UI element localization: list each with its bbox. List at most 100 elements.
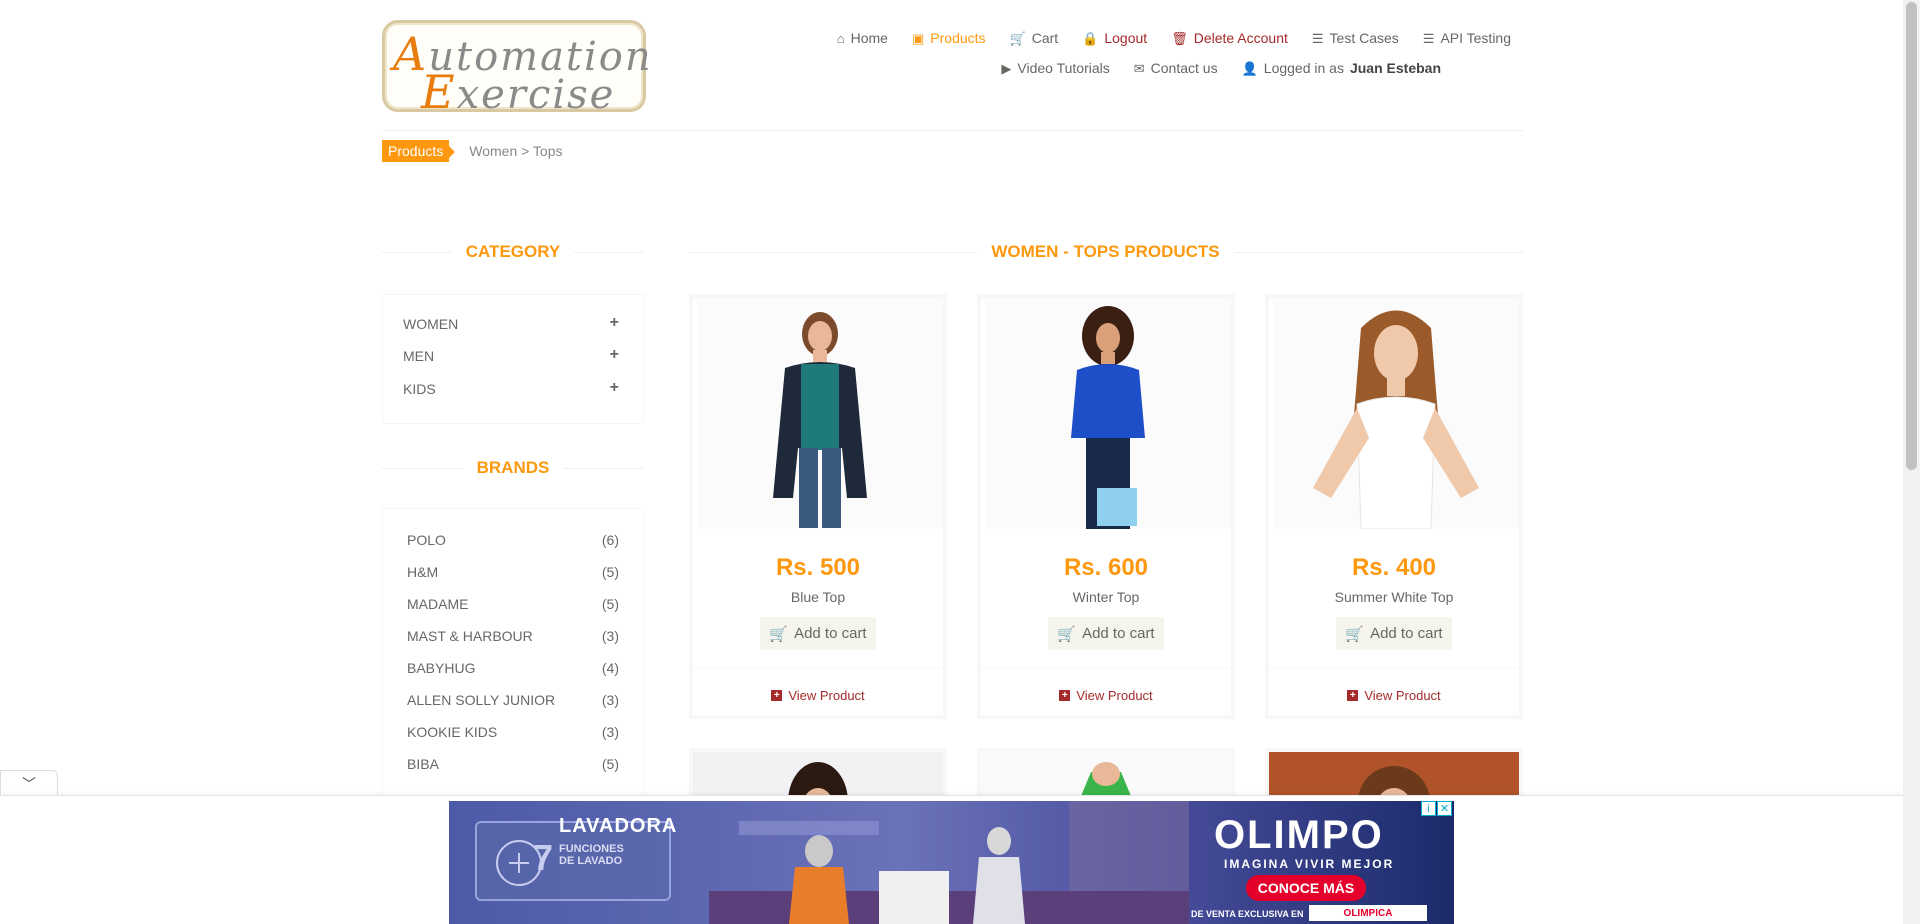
ad-seven: 7 — [533, 837, 554, 878]
brand-item[interactable]: BIBA (5) — [407, 756, 619, 772]
page-scrollbar[interactable] — [1903, 0, 1920, 924]
ad-funciones-2: DE LAVADO — [559, 855, 623, 867]
breadcrumb-tag[interactable]: Products — [382, 140, 456, 162]
plus-square-icon: + — [1059, 690, 1071, 701]
nav-video-tutorials-label: Video Tutorials — [1017, 60, 1110, 76]
add-to-cart-button[interactable]: 🛒 Add to cart — [1048, 617, 1164, 650]
card-divider — [1269, 668, 1519, 669]
chevron-down-icon: ﹀ — [22, 775, 36, 792]
category-kids[interactable]: KIDS + — [403, 380, 619, 398]
brand-item[interactable]: POLO (6) — [407, 532, 619, 548]
nav-api-testing[interactable]: ☰ API Testing — [1411, 28, 1523, 48]
trash-icon: 🗑 — [1171, 30, 1188, 46]
view-product-label: View Product — [788, 688, 865, 703]
nav-delete-account[interactable]: 🗑 Delete Account — [1159, 28, 1300, 48]
product-card: Rs. 500 Blue Top 🛒 Add to cart + View Prod… — [689, 294, 947, 719]
scrollbar-thumb[interactable] — [1906, 2, 1917, 470]
brand-item[interactable]: MADAME (5) — [407, 596, 619, 612]
brand-count: (6) — [601, 532, 619, 548]
youtube-icon: ▶ — [1001, 60, 1012, 76]
plus-square-icon: + — [771, 690, 783, 701]
category-men[interactable]: MEN + — [403, 347, 619, 365]
brand-item[interactable]: KOOKIE KIDS (3) — [407, 724, 619, 740]
nav-delete-account-label: Delete Account — [1193, 30, 1288, 46]
ad-info-icon[interactable]: i — [1421, 801, 1436, 816]
brand-name: BIBA — [407, 756, 439, 772]
model-top — [1356, 396, 1436, 529]
cart-icon: 🛒 — [1009, 30, 1026, 46]
card-divider — [981, 668, 1231, 669]
nav-logout[interactable]: 🔒 Logout — [1070, 28, 1159, 48]
brand-item[interactable]: H&M (5) — [407, 564, 619, 580]
nav-test-cases[interactable]: ☰ Test Cases — [1300, 28, 1411, 48]
nav-home[interactable]: ⌂ Home — [825, 28, 900, 48]
nav-logged-in: 👤 Logged in as Juan Esteban — [1230, 58, 1453, 78]
brand-item[interactable]: MAST & HARBOUR (3) — [407, 628, 619, 644]
brand-name: BABYHUG — [407, 660, 476, 676]
products-icon: ▣ — [911, 30, 925, 46]
add-to-cart-label: Add to cart — [1082, 625, 1155, 642]
product-name: Summer White Top — [1334, 589, 1454, 605]
plus-icon[interactable]: + — [610, 347, 619, 364]
list-icon: ☰ — [1311, 30, 1324, 46]
product-card: Rs. 600 Winter Top 🛒 Add to cart + View Pr… — [977, 294, 1235, 719]
add-to-cart-label: Add to cart — [794, 625, 867, 642]
nav-api-testing-label: API Testing — [1440, 30, 1511, 46]
ad-funciones: FUNCIONES DE LAVADO — [559, 843, 624, 867]
category-men-label: MEN — [403, 348, 435, 364]
model-pants-left — [799, 448, 818, 528]
ad-banner[interactable]: LAVADORA 7 FUNCIONES DE LAVADO OLIMPO IMA… — [449, 801, 1454, 924]
ad-collapse-button[interactable]: ﹀ — [0, 770, 58, 796]
lock-icon: 🔒 — [1082, 30, 1099, 46]
nav-products-label: Products — [930, 30, 986, 46]
brand-count: (5) — [601, 596, 619, 612]
ad-cta-button[interactable]: CONOCE MÁS — [1246, 875, 1366, 901]
brands-panel: POLO (6) H&M (5) MADAME (5) MAST & HARBOUR (… — [382, 508, 644, 798]
view-product-link[interactable]: + View Product — [1269, 688, 1519, 703]
card-divider — [693, 668, 943, 669]
nav-cart[interactable]: 🛒 Cart — [998, 28, 1071, 48]
category-panel: WOMEN + MEN + KIDS + — [382, 294, 644, 424]
nav-row-1: ⌂ Home ▣ Products 🛒 Cart 🔒 Logout 🗑 Delete Ac… — [763, 28, 1523, 48]
brand-item[interactable]: BABYHUG (4) — [407, 660, 619, 676]
logo-text-line2: Exercise — [421, 65, 616, 119]
logged-in-prefix: Logged in as — [1263, 60, 1344, 76]
cart-icon: 🛒 — [769, 625, 789, 643]
add-to-cart-button[interactable]: 🛒 Add to cart — [760, 617, 876, 650]
brand-name: MAST & HARBOUR — [407, 628, 533, 644]
brand-count: (3) — [601, 724, 619, 740]
product-card: Rs. 400 Summer White Top 🛒 Add to cart + V… — [1265, 294, 1523, 719]
close-icon[interactable]: ✕ — [1437, 801, 1452, 816]
cart-icon: 🛒 — [1057, 625, 1077, 643]
nav-cart-label: Cart — [1031, 30, 1059, 46]
add-to-cart-button[interactable]: 🛒 Add to cart — [1336, 617, 1452, 650]
list-icon: ☰ — [1422, 30, 1435, 46]
plus-icon[interactable]: + — [610, 380, 619, 397]
ad-scene-image — [709, 801, 1189, 924]
home-icon: ⌂ — [836, 30, 845, 46]
product-price: Rs. 400 — [1351, 554, 1437, 581]
brand-count: (4) — [601, 660, 619, 676]
product-name: Winter Top — [1072, 589, 1140, 605]
view-product-link[interactable]: + View Product — [693, 688, 943, 703]
nav-products[interactable]: ▣ Products — [900, 28, 998, 48]
ad-lavadora: LAVADORA — [559, 815, 678, 837]
product-image — [1273, 298, 1519, 529]
nav-contact-us-label: Contact us — [1150, 60, 1218, 76]
product-photo — [985, 298, 1231, 529]
site-logo[interactable]: Automation Exercise — [382, 20, 651, 119]
nav-contact-us[interactable]: ✉ Contact us — [1122, 58, 1230, 78]
brand-count: (5) — [601, 564, 619, 580]
main-nav: ⌂ Home ▣ Products 🛒 Cart 🔒 Logout 🗑 Delete Ac… — [763, 28, 1523, 88]
nav-video-tutorials[interactable]: ▶ Video Tutorials — [989, 58, 1121, 78]
brand-name: ALLEN SOLLY JUNIOR — [407, 692, 556, 708]
model-top — [801, 364, 839, 450]
ad-venta: DE VENTA EXCLUSIVA EN — [1191, 909, 1304, 919]
product-photo — [1273, 298, 1519, 529]
product-photo — [697, 298, 943, 529]
view-product-link[interactable]: + View Product — [981, 688, 1231, 703]
plus-icon[interactable]: + — [610, 315, 619, 332]
nav-home-label: Home — [850, 30, 888, 46]
brand-item[interactable]: ALLEN SOLLY JUNIOR (3) — [407, 692, 619, 708]
category-women[interactable]: WOMEN + — [403, 315, 619, 333]
